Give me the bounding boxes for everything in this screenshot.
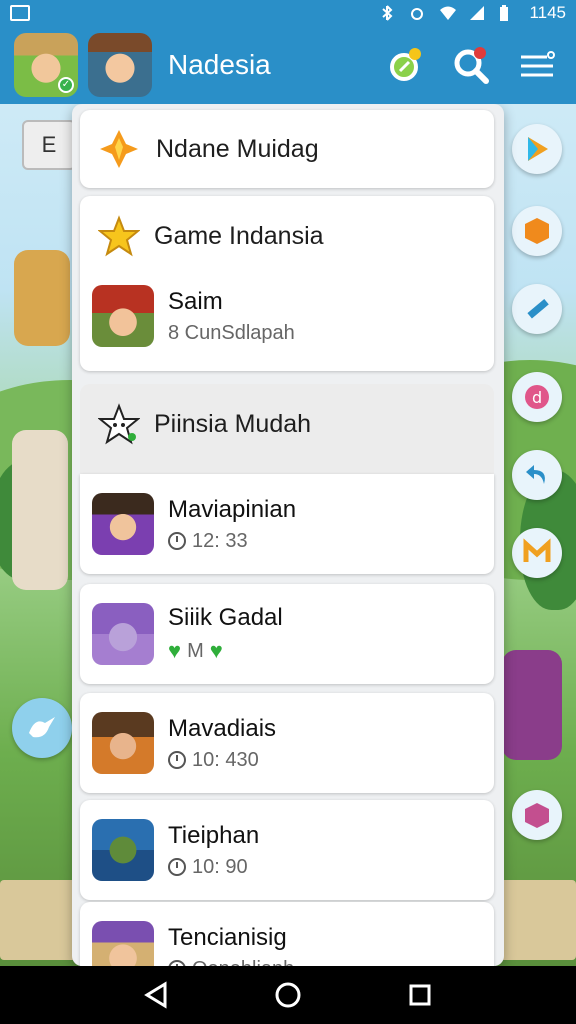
item-title: Mavadiais	[168, 714, 277, 742]
app-bar: ✓ Nadesia	[0, 26, 576, 104]
section-title: Piinsia Mudah	[154, 409, 312, 438]
clock-icon	[168, 858, 186, 876]
home-button[interactable]	[268, 975, 308, 1015]
game-thumbnail	[92, 285, 154, 347]
list-item[interactable]: Tencianisig Oeneblianh	[80, 902, 494, 966]
wifi-icon	[439, 5, 457, 21]
recents-square-icon	[409, 984, 431, 1006]
home-circle-icon	[275, 982, 301, 1008]
game-thumbnail	[92, 603, 154, 665]
m-badge-button[interactable]	[512, 528, 562, 578]
game-thumbnail	[92, 493, 154, 555]
scene-character	[12, 430, 68, 590]
shield-button[interactable]	[512, 206, 562, 256]
play-store-button[interactable]	[512, 124, 562, 174]
section-title: Game Indansia	[154, 221, 324, 250]
header-card-title: Ndane Muidag	[156, 134, 319, 163]
scene-character	[502, 650, 562, 760]
play-icon	[528, 137, 548, 161]
item-title: Tencianisig	[168, 923, 287, 951]
alarm-icon	[409, 5, 425, 21]
heart-icon: ♥	[168, 638, 182, 663]
game-thumbnail	[92, 712, 154, 774]
pencil-icon	[527, 298, 549, 319]
item-subtitle: 8 CunSdlapah	[168, 321, 295, 344]
scene-chip-label: E	[41, 132, 57, 157]
back-triangle-icon	[144, 981, 167, 1009]
game-thumbnail	[92, 921, 154, 966]
list-item[interactable]: Tieiphan 10: 90	[80, 800, 494, 900]
game-list-panel: Ndane Muidag Game Indansia Saim 8 CunSdl…	[72, 104, 504, 966]
app-title: Nadesia	[168, 49, 271, 80]
item-time: 10: 90	[192, 855, 248, 878]
item-time: 12: 33	[192, 529, 248, 552]
medal-icon	[390, 48, 421, 81]
item-title: Tieiphan	[168, 821, 260, 849]
scene-tile	[500, 880, 576, 960]
item-time: 10: 430	[192, 748, 259, 771]
game-thumbnail	[92, 819, 154, 881]
system-nav-bar	[0, 966, 576, 1024]
header-card[interactable]: Ndane Muidag	[80, 110, 494, 188]
achievement-button[interactable]	[380, 40, 430, 90]
section-card: Game Indansia Saim 8 CunSdlapah	[80, 196, 494, 371]
list-item[interactable]: Maviapinian 12: 33	[80, 474, 494, 574]
clock-icon	[168, 751, 186, 769]
avatar[interactable]	[88, 33, 152, 97]
search-icon	[454, 47, 489, 84]
status-time: 1145	[529, 3, 566, 22]
item-time: Oeneblianh	[192, 958, 294, 967]
heart-icon: ♥	[209, 638, 223, 663]
cube-icon	[525, 803, 549, 828]
item-title: Saim	[168, 287, 223, 315]
music-note-icon: d	[525, 385, 549, 409]
battery-icon	[499, 5, 515, 21]
search-button[interactable]	[446, 40, 496, 90]
item-meta: M	[187, 639, 204, 662]
section-header: Piinsia Mudah	[80, 384, 494, 476]
undo-icon	[526, 465, 545, 484]
back-arrow-button[interactable]	[512, 450, 562, 500]
bird-icon	[29, 717, 55, 738]
list-item[interactable]: Saim 8 CunSdlapah	[80, 276, 494, 356]
item-title: Maviapinian	[168, 495, 297, 523]
star-icon	[98, 215, 140, 257]
svg-text:d: d	[532, 388, 542, 407]
bird-button[interactable]	[12, 698, 72, 758]
m-letter-icon	[523, 538, 551, 562]
gallery-notification-icon	[10, 5, 30, 21]
cube-button[interactable]	[512, 790, 562, 840]
list-item[interactable]: Siiik Gadal ♥ M ♥	[80, 584, 494, 684]
scene-character	[14, 250, 70, 346]
back-button[interactable]	[136, 975, 176, 1015]
edit-button[interactable]	[512, 284, 562, 334]
menu-button[interactable]	[512, 40, 562, 90]
list-item[interactable]: Mavadiais 10: 430	[80, 693, 494, 793]
avatar[interactable]: ✓	[14, 33, 78, 97]
hexagon-icon	[525, 218, 549, 244]
menu-icon	[521, 51, 555, 77]
scene-chip[interactable]: E	[22, 120, 76, 170]
clock-icon	[168, 960, 186, 966]
music-button[interactable]: d	[512, 372, 562, 422]
sparkle-diamond-icon	[100, 130, 138, 168]
scene-tile	[0, 880, 80, 960]
verified-badge-icon: ✓	[58, 77, 74, 93]
bluetooth-icon	[379, 5, 395, 21]
star-face-icon	[98, 403, 140, 445]
signal-icon	[469, 5, 485, 21]
status-bar: 1145	[0, 0, 576, 26]
item-title: Siiik Gadal	[168, 604, 283, 631]
clock-icon	[168, 532, 186, 550]
recents-button[interactable]	[400, 975, 440, 1015]
